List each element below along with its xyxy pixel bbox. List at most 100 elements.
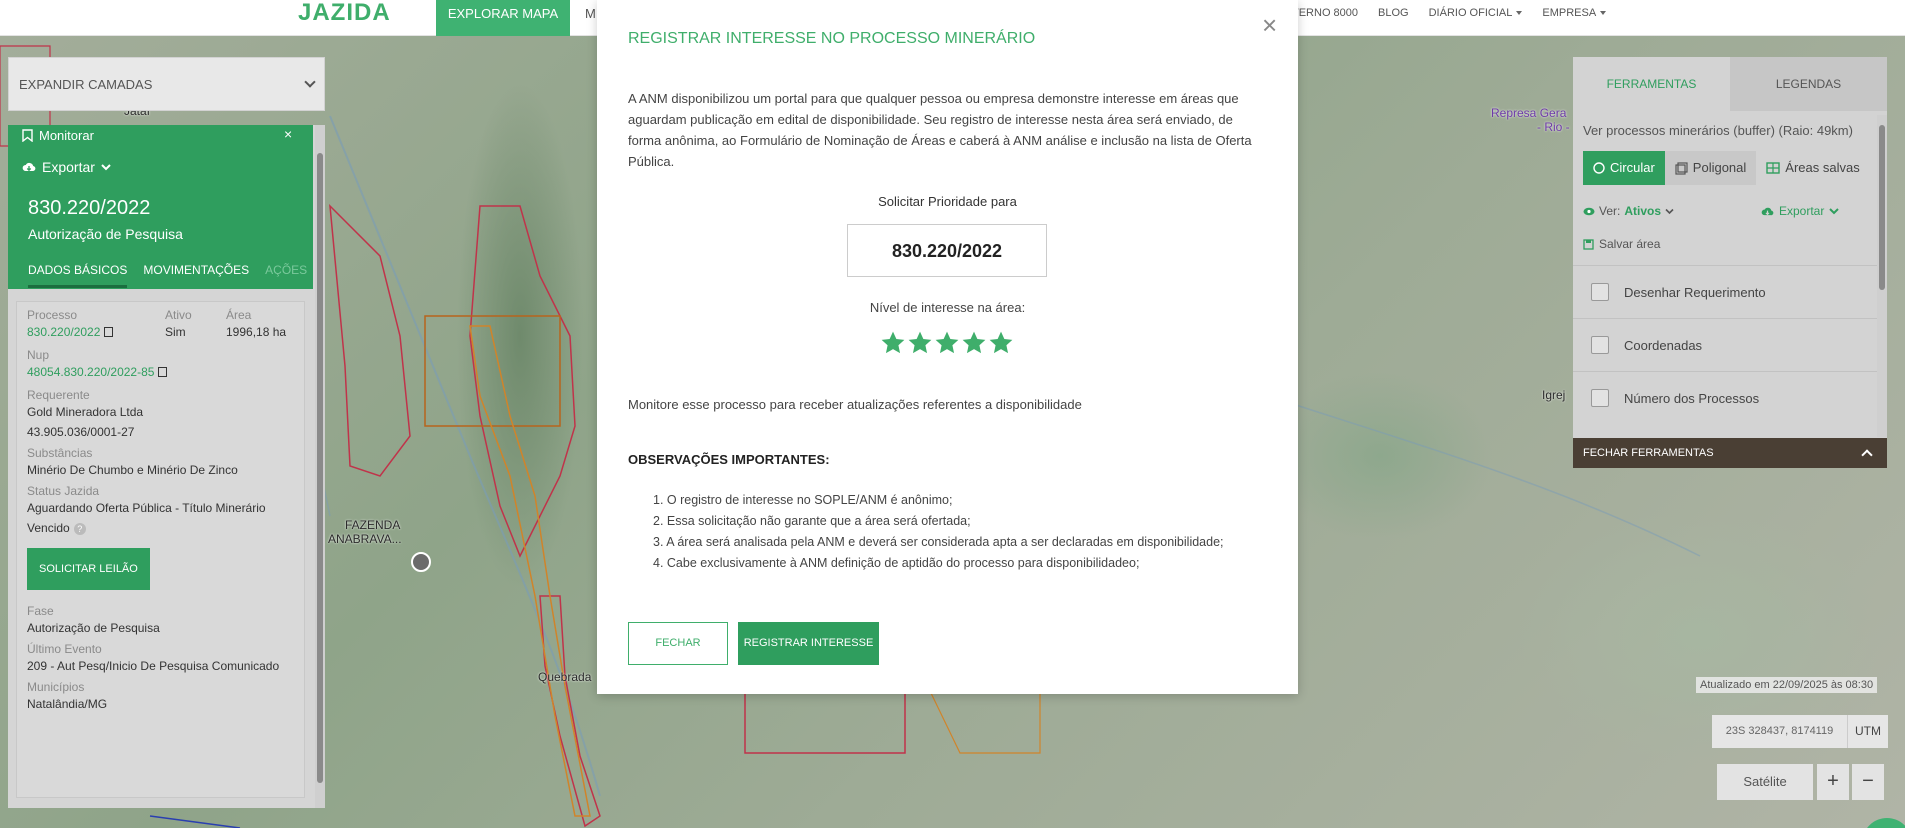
field-municipios: Municípios Natalândia/MG: [27, 680, 108, 711]
chevron-up-icon: [1861, 449, 1873, 461]
star-icon[interactable]: [934, 330, 960, 356]
cloud-download-icon: [22, 162, 36, 172]
star-icon[interactable]: [988, 330, 1014, 356]
field-nup: Nup 48054.830.220/2022-85: [27, 348, 294, 382]
expand-layers-label: EXPANDIR CAMADAS: [19, 76, 153, 92]
observation-item: 3. A área será analisada pela ANM e deve…: [653, 535, 1224, 549]
tools-panel: FERRAMENTAS LEGENDAS Ver processos miner…: [1573, 57, 1887, 468]
option-coordenadas[interactable]: Coordenadas: [1573, 318, 1879, 371]
star-icon[interactable]: [907, 330, 933, 356]
buffer-mode-selector: Circular Poligonal Áreas salvas: [1583, 151, 1870, 185]
tab-ferramentas[interactable]: FERRAMENTAS: [1573, 57, 1730, 111]
tools-panel-scrollbar[interactable]: [1877, 115, 1887, 437]
star-icon[interactable]: [961, 330, 987, 356]
mode-poligonal[interactable]: Poligonal: [1664, 151, 1757, 185]
coord-system-toggle[interactable]: UTM: [1848, 715, 1888, 748]
mode-areas-salvas[interactable]: Áreas salvas: [1756, 151, 1869, 185]
field-ativo: Ativo Sim: [165, 308, 192, 339]
logo[interactable]: JAZIDA: [298, 0, 391, 36]
option-numero-processos[interactable]: Número dos Processos: [1573, 371, 1879, 424]
caret-down-icon: [1600, 11, 1607, 15]
nav-item-blog[interactable]: BLOG: [1378, 0, 1409, 26]
nav-item-terno[interactable]: TERNO 8000: [1292, 0, 1358, 26]
map-label-rio: - Rio -: [1537, 120, 1570, 134]
coordinates-readout: 23S 328437, 8174119 UTM: [1712, 715, 1888, 748]
ver-filter[interactable]: Ver: Ativos: [1583, 204, 1674, 218]
checkbox[interactable]: [1591, 336, 1609, 354]
field-processo: Processo 830.220/2022: [27, 308, 165, 342]
field-requerente: Requerente Gold Mineradora Ltda 43.905.0…: [27, 388, 144, 439]
nav-right-menu: TERNO 8000 BLOG DIÁRIO OFICIAL EMPRESA: [1292, 0, 1607, 26]
fechar-ferramentas-button[interactable]: FECHAR FERRAMENTAS: [1573, 438, 1887, 468]
process-type: Autorização de Pesquisa: [28, 226, 183, 242]
process-header: Monitorar × Exportar 830.220/2022 Autori…: [8, 125, 313, 289]
monitor-text: Monitore esse processo para receber atua…: [628, 397, 1082, 412]
map-label-igreja: Igrej: [1542, 388, 1566, 402]
priority-label: Solicitar Prioridade para: [878, 194, 1017, 209]
copy-icon[interactable]: [104, 327, 114, 337]
process-tabs: DADOS BÁSICOS MOVIMENTAÇÕES AÇÕES: [28, 263, 307, 288]
registrar-interesse-button[interactable]: REGISTRAR INTERESSE: [738, 622, 879, 665]
nav-item-empresa[interactable]: EMPRESA: [1542, 0, 1607, 26]
copy-icon[interactable]: [158, 367, 168, 377]
process-panel-scrollbar[interactable]: [315, 125, 325, 808]
zoom-out-button[interactable]: −: [1852, 764, 1884, 800]
observation-item: 1. O registro de interesse no SOPLE/ANM …: [653, 493, 953, 507]
expand-layers-button[interactable]: EXPANDIR CAMADAS: [8, 57, 325, 111]
observation-item: 4. Cabe exclusivamente à ANM definição d…: [653, 556, 1140, 570]
checkbox[interactable]: [1591, 283, 1609, 301]
help-icon[interactable]: ?: [73, 523, 86, 535]
observations-title: OBSERVAÇÕES IMPORTANTES:: [628, 452, 830, 467]
nav-explorar-mapa[interactable]: EXPLORAR MAPA: [436, 0, 570, 36]
nav-item-diario-oficial[interactable]: DIÁRIO OFICIAL: [1429, 0, 1523, 26]
process-code: 830.220/2022: [28, 197, 151, 219]
interest-level-label: Nível de interesse na área:: [869, 300, 1026, 315]
chevron-down-icon: [304, 76, 316, 88]
nup-link[interactable]: 48054.830.220/2022-85: [27, 365, 154, 379]
tab-legendas[interactable]: LEGENDAS: [1730, 57, 1887, 111]
tab-movimentacoes[interactable]: MOVIMENTAÇÕES: [143, 263, 249, 288]
checkbox[interactable]: [1591, 389, 1609, 407]
observation-item: 2. Essa solicitação não garante que a ár…: [653, 514, 971, 528]
buffer-text: Ver processos minerários (buffer) (Raio:…: [1583, 123, 1853, 138]
field-ultimo-evento: Último Evento 209 - Aut Pesq/Inicio De P…: [27, 642, 280, 673]
chevron-down-icon: [1665, 208, 1674, 214]
chevron-down-icon: [101, 164, 111, 171]
cloud-download-icon: [1761, 207, 1774, 215]
processo-link[interactable]: 830.220/2022: [27, 325, 100, 339]
solicitar-leilao-button[interactable]: SOLICITAR LEILÃO: [27, 548, 150, 590]
field-status: Status Jazida Aguardando Oferta Pública …: [27, 484, 266, 535]
export-dropdown[interactable]: Exportar: [22, 159, 111, 175]
polygon-icon: [1675, 161, 1688, 175]
map-label-represa: Represa Gera: [1491, 106, 1567, 120]
map-label-fazenda: FAZENDA: [345, 518, 401, 532]
coordinates-value: 23S 328437, 8174119: [1712, 715, 1848, 748]
map-label-quebrada: Quebrada: [538, 670, 592, 684]
tools-export-dropdown[interactable]: Exportar: [1761, 204, 1840, 218]
scrollbar-thumb[interactable]: [1879, 125, 1885, 290]
process-panel: Monitorar × Exportar 830.220/2022 Autori…: [8, 125, 325, 808]
process-details: Processo 830.220/2022 Ativo Sim Área 199…: [16, 301, 305, 798]
mode-circular[interactable]: Circular: [1583, 151, 1665, 185]
tab-acoes[interactable]: AÇÕES: [265, 263, 307, 288]
scrollbar-thumb[interactable]: [317, 153, 323, 783]
nav-item-truncated[interactable]: M: [585, 0, 596, 27]
fechar-button[interactable]: FECHAR: [628, 622, 728, 665]
salvar-area-button[interactable]: Salvar área: [1583, 237, 1660, 251]
tab-dados-basicos[interactable]: DADOS BÁSICOS: [28, 263, 128, 288]
star-icon[interactable]: [880, 330, 906, 356]
priority-process-field: 830.220/2022: [847, 224, 1047, 277]
save-icon: [1583, 238, 1594, 250]
zoom-in-button[interactable]: +: [1817, 764, 1849, 800]
map-label-anabrava: ANABRAVA...: [328, 532, 402, 546]
satellite-button[interactable]: Satélite: [1717, 764, 1813, 800]
close-icon[interactable]: ×: [1262, 10, 1277, 41]
circle-icon: [1593, 162, 1605, 174]
chevron-down-icon: [1829, 208, 1840, 215]
close-icon[interactable]: ×: [284, 126, 292, 142]
option-desenhar-requerimento[interactable]: Desenhar Requerimento: [1573, 265, 1879, 318]
observations-list: 1. O registro de interesse no SOPLE/ANM …: [653, 490, 1224, 574]
interest-rating[interactable]: [880, 330, 1014, 356]
tools-tabs: FERRAMENTAS LEGENDAS: [1573, 57, 1887, 111]
monitor-button[interactable]: Monitorar: [22, 128, 94, 143]
